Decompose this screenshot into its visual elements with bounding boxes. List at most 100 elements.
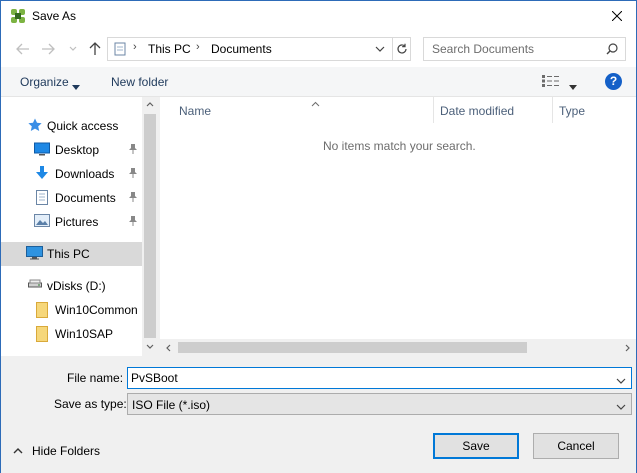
sidebar-item-documents[interactable]: Documents [1,186,142,210]
save-type-dropdown-button[interactable] [616,400,626,414]
location-icon [113,42,127,59]
refresh-button[interactable] [392,38,411,60]
scroll-right-icon [625,344,630,352]
scroll-left-icon [166,344,171,352]
command-bar: Organize New folder ? [1,67,636,97]
sidebar-item-desktop[interactable]: Desktop [1,138,142,162]
chevron-down-icon [69,46,77,51]
close-icon [612,11,622,21]
caret-down-icon[interactable] [569,79,577,93]
sidebar-scroll-thumb[interactable] [144,114,156,338]
pictures-icon [34,214,50,230]
back-arrow-icon [16,43,29,55]
column-header-label: Type [559,104,586,118]
column-header-name[interactable]: Name [173,97,434,123]
sidebar-item-label: Quick access [47,119,119,133]
cancel-button[interactable]: Cancel [533,433,619,459]
save-button[interactable]: Save [433,433,519,459]
horizontal-scroll-thumb[interactable] [178,342,527,353]
sidebar-item-win10sap[interactable]: Win10SAP [1,322,142,346]
navigation-pane: Quick access Desktop Downloads Documents… [1,97,158,356]
folder-icon [36,302,48,321]
sidebar-item-win10common[interactable]: Win10Common [1,298,142,322]
sidebar-item-label: Pictures [55,215,99,229]
column-header-date-modified[interactable]: Date modified [434,97,553,123]
sidebar-item-pictures[interactable]: Pictures [1,210,142,234]
file-name-input[interactable] [131,371,601,385]
sidebar-item-label: Documents [55,191,116,205]
sidebar-item-label: Win10Common [55,303,138,317]
download-icon [35,166,49,184]
desktop-icon [34,142,50,159]
sidebar-item-label: Desktop [55,143,100,157]
sidebar-scrollbar[interactable] [142,97,158,356]
save-form: File name: Save as type: ISO File (*.iso… [1,356,636,473]
breadcrumb-separator-icon: › [196,41,200,53]
hide-folders-label: Hide Folders [32,444,101,458]
navigation-bar: › This PC › Documents [1,31,636,67]
pin-icon[interactable] [128,167,138,182]
change-view-button[interactable] [542,75,560,90]
documents-icon [36,190,48,208]
breadcrumb-documents[interactable]: Documents [211,42,272,56]
computer-icon [26,246,43,263]
sort-ascending-icon [311,96,320,110]
address-dropdown-button[interactable] [375,43,385,57]
window-title: Save As [32,9,77,23]
chevron-down-icon [616,378,626,384]
folder-icon [36,326,48,345]
file-list-horizontal-scrollbar[interactable] [160,339,636,356]
pin-icon[interactable] [128,143,138,158]
sidebar-item-quick-access[interactable]: Quick access [1,114,142,138]
refresh-icon [397,43,407,54]
sidebar-item-label: vDisks (D:) [47,279,106,293]
drive-icon [28,278,42,292]
up-arrow-icon [89,42,101,55]
chevron-down-icon [375,46,385,52]
column-header-label: Name [179,104,212,118]
forward-button[interactable] [40,41,56,57]
file-list: Name Date modified Type No items match y… [160,97,636,356]
column-header-type[interactable]: Type [553,97,636,123]
close-button[interactable] [598,1,636,31]
sidebar-item-label: This PC [47,247,90,261]
search-icon[interactable] [606,43,618,58]
up-button[interactable] [87,41,103,57]
chevron-down-icon [616,404,626,410]
breadcrumb-separator-icon: › [133,41,137,53]
star-icon [28,118,42,135]
save-type-select[interactable]: ISO File (*.iso) [127,393,632,415]
caret-down-icon[interactable] [72,79,80,93]
sidebar-item-label: Win10SAP [55,327,114,341]
sidebar-item-vdisks[interactable]: vDisks (D:) [1,274,142,298]
file-name-combobox[interactable] [127,367,632,389]
organize-button[interactable]: Organize [20,75,69,89]
scroll-down-icon [146,344,154,349]
pin-icon[interactable] [128,215,138,230]
app-icon [11,9,25,23]
help-button[interactable]: ? [605,73,622,90]
details-view-icon [542,75,559,87]
address-bar[interactable]: › This PC › Documents [107,37,411,61]
scroll-up-icon [146,102,154,107]
back-button[interactable] [15,41,31,57]
search-box[interactable] [423,37,626,61]
sidebar-item-downloads[interactable]: Downloads [1,162,142,186]
empty-list-message: No items match your search. [323,139,476,153]
save-type-value: ISO File (*.iso) [132,398,211,412]
sidebar-item-label: Downloads [55,167,115,181]
search-input[interactable] [432,42,602,56]
column-header-label: Date modified [440,104,515,118]
new-folder-button[interactable]: New folder [111,75,168,89]
file-name-label: File name: [67,371,124,385]
sidebar-item-this-pc[interactable]: This PC [1,242,142,266]
save-type-label: Save as type: [54,397,127,411]
save-as-dialog: Save As › This PC › Documents Search Doc… [0,0,637,473]
title-bar: Save As [1,1,636,31]
forward-arrow-icon [42,43,55,55]
file-name-dropdown-button[interactable] [616,374,626,388]
pin-icon[interactable] [128,191,138,206]
chevron-up-icon [13,448,23,454]
recent-locations-button[interactable] [65,41,81,57]
breadcrumb-this-pc[interactable]: This PC [148,42,191,56]
